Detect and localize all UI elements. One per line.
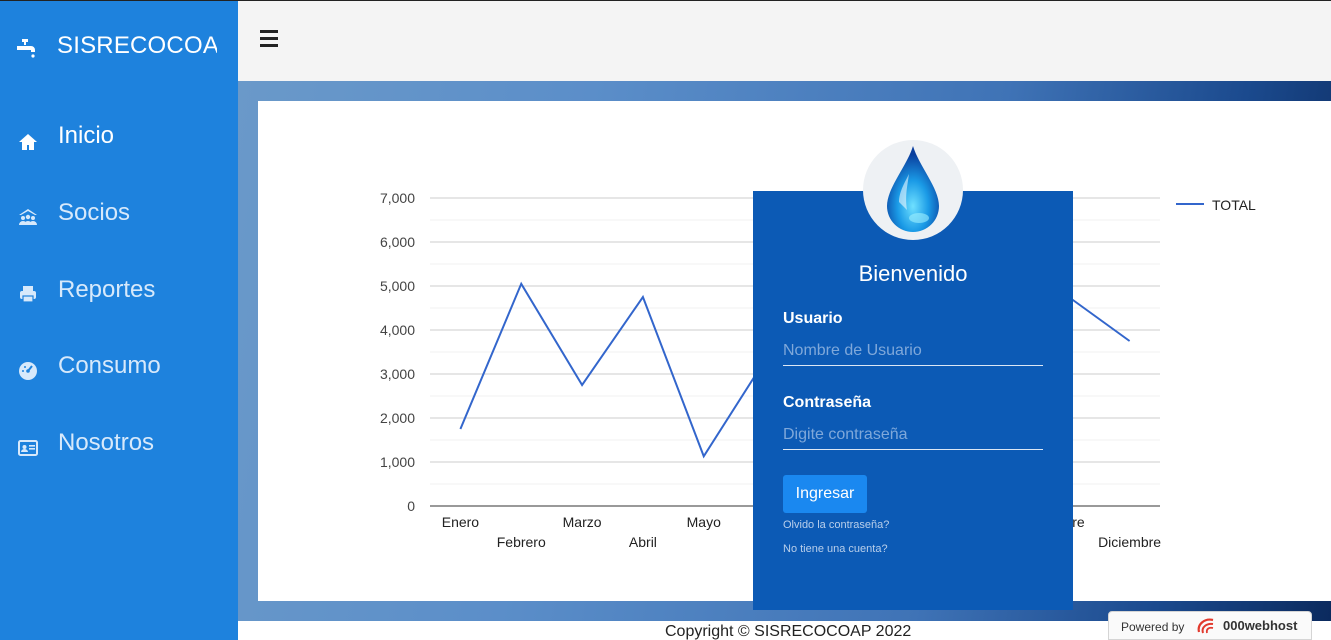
login-button[interactable]: Ingresar [783,475,867,513]
forgot-password-link[interactable]: Olvido la contraseña? [783,519,889,531]
printer-icon [20,286,36,303]
powered-by-badge[interactable]: Powered by 000webhost [1108,611,1312,640]
logo-badge [863,140,963,240]
copyright-text: Copyright © SISRECOCOAP 2022 [665,623,912,640]
gauge-icon [19,362,37,380]
y-tick-label: 4,000 [380,322,415,338]
y-tick-label: 0 [407,498,415,514]
x-tick-label: Diciembre [1098,534,1161,550]
y-tick-label: 7,000 [380,190,415,206]
sidebar-item-consumo[interactable]: Consumo [0,335,238,395]
y-tick-label: 5,000 [380,278,415,294]
x-tick-label: Febrero [497,534,546,550]
y-tick-label: 2,000 [380,410,415,426]
webhost-logo-icon [1197,618,1214,634]
hamburger-icon[interactable] [260,30,280,50]
home-icon [19,134,37,150]
sidebar-item-nosotros[interactable]: Nosotros [0,412,238,472]
x-tick-label: Mayo [687,514,721,530]
top-header [238,1,1331,81]
id-card-icon [18,440,38,456]
username-label: Usuario [783,310,843,327]
users-icon [19,209,37,225]
register-link[interactable]: No tiene una cuenta? [783,543,888,555]
x-tick-label: Abril [629,534,657,550]
legend-label: TOTAL [1212,197,1256,213]
powered-by-text: Powered by [1121,620,1185,634]
x-tick-label: Enero [442,514,480,530]
sidebar-item-socios[interactable]: Socios [0,182,238,242]
sidebar-item-label: Socios [58,199,131,226]
sidebar-item-label: Nosotros [58,429,155,456]
login-title: Bienvenido [858,261,968,286]
y-tick-label: 6,000 [380,234,415,250]
y-tick-label: 1,000 [380,454,415,470]
sidebar-item-label: Reportes [58,276,156,303]
sidebar-item-reportes[interactable]: Reportes [0,259,238,319]
brand[interactable]: SISRECOCOAP [0,1,238,81]
y-tick-label: 3,000 [380,366,415,382]
brand-title: SISRECOCOAP [57,32,217,59]
sidebar-item-label: Inicio [58,122,115,149]
sidebar-item-label: Consumo [58,352,161,379]
username-input[interactable] [783,336,1043,366]
water-drop-icon [887,146,939,232]
sidebar: SISRECOCOAP Inicio Socios Reportes [0,1,238,640]
host-brand: 000webhost [1223,618,1298,633]
password-input[interactable] [783,420,1043,450]
sidebar-item-inicio[interactable]: Inicio [0,105,238,165]
x-tick-label: Marzo [563,514,602,530]
password-label: Contraseña [783,394,872,411]
faucet-icon [17,39,35,58]
